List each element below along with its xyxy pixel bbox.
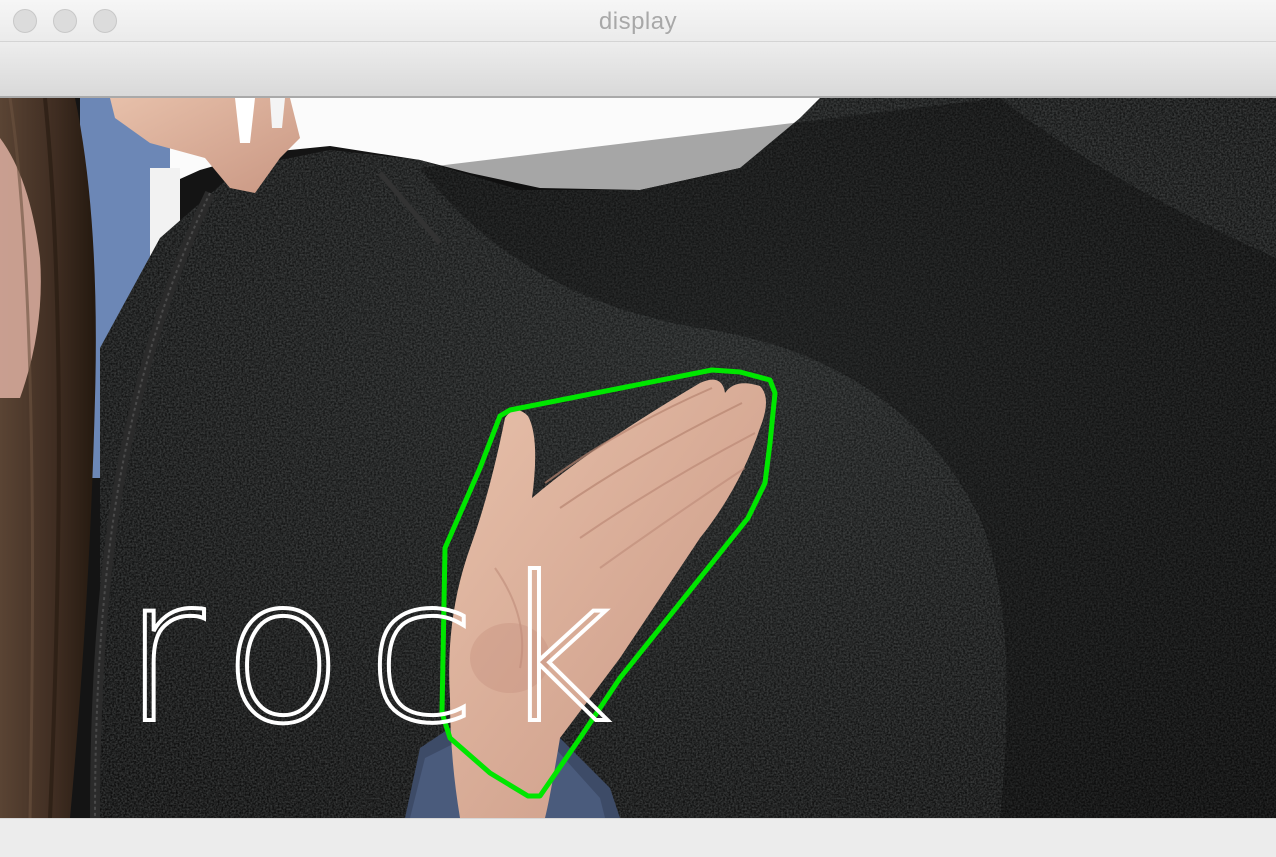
app-window: display rock (0, 0, 1276, 857)
title-bar[interactable]: display (0, 0, 1276, 42)
toolbar (0, 42, 1276, 98)
camera-frame: rock (0, 98, 1276, 818)
label-layer: rock (120, 533, 636, 770)
status-bar (0, 818, 1276, 857)
window-title: display (598, 8, 678, 35)
gesture-label: rock (122, 535, 636, 768)
